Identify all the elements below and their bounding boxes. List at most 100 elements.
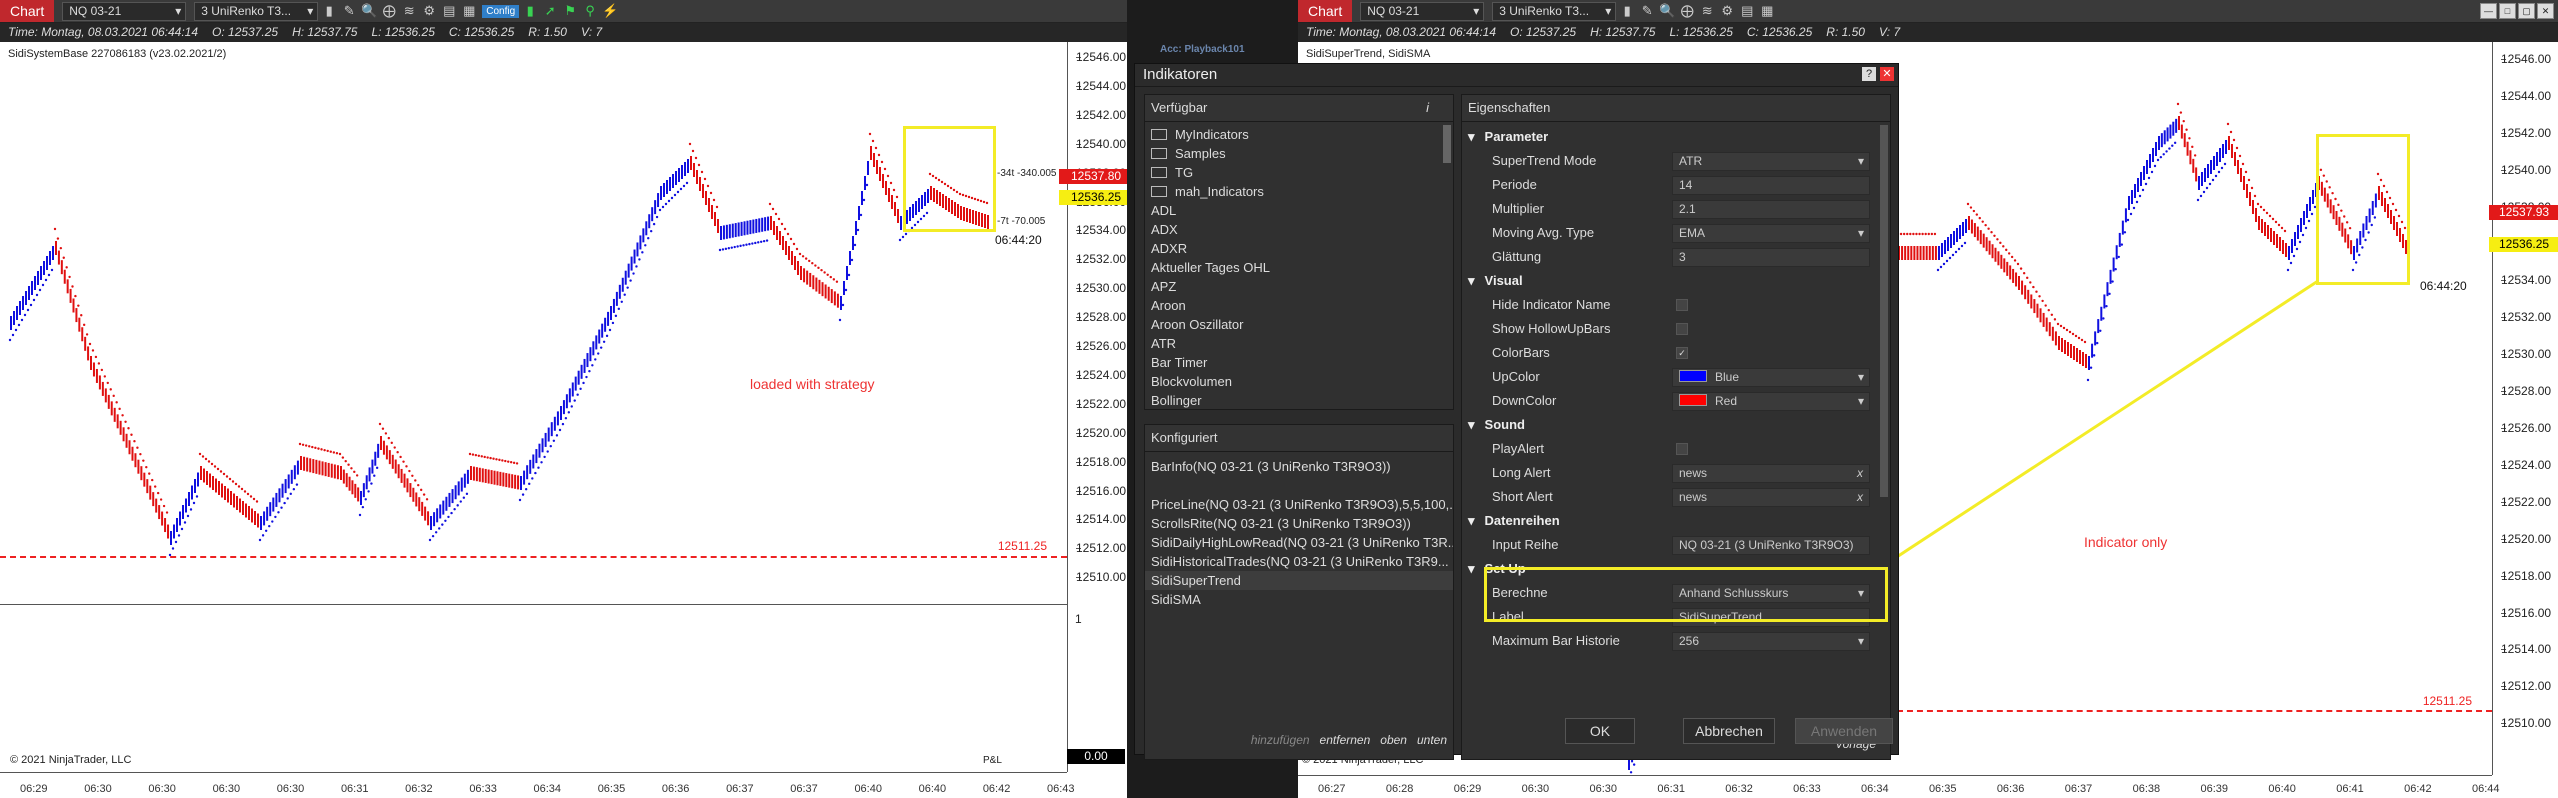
property-checkbox[interactable] bbox=[1676, 299, 1688, 311]
properties-icon[interactable]: ▤ bbox=[440, 2, 458, 20]
indicators-icon[interactable]: ≋ bbox=[400, 2, 418, 20]
add-button[interactable]: hinzufügen bbox=[1251, 733, 1310, 747]
indicators-icon[interactable]: ≋ bbox=[1698, 2, 1716, 20]
trend-dot bbox=[832, 278, 836, 281]
left-instrument-select[interactable]: NQ 03-21 bbox=[62, 1, 187, 21]
templates-icon[interactable]: ▦ bbox=[460, 2, 478, 20]
available-item[interactable]: Aroon Oszillator bbox=[1145, 315, 1439, 334]
property-input[interactable]: news x bbox=[1672, 464, 1870, 483]
configured-item[interactable] bbox=[1145, 476, 1453, 495]
strategies-icon[interactable]: ⚙ bbox=[420, 2, 438, 20]
available-item[interactable]: Samples bbox=[1145, 144, 1439, 163]
config-button[interactable]: Config bbox=[482, 4, 520, 18]
trend-icon[interactable]: ➚ bbox=[541, 2, 559, 20]
clear-icon[interactable]: x bbox=[1857, 489, 1863, 506]
property-category[interactable]: Datenreihen bbox=[1462, 509, 1876, 533]
renko-bar bbox=[2300, 218, 2302, 232]
available-item[interactable]: mah_Indicators bbox=[1145, 182, 1439, 201]
available-item[interactable]: TG bbox=[1145, 163, 1439, 182]
right-chart-tab[interactable]: Chart bbox=[1298, 0, 1353, 22]
available-scrollbar[interactable] bbox=[1443, 125, 1451, 163]
bar-style-icon[interactable]: ▮ bbox=[320, 2, 338, 20]
property-checkbox[interactable]: ✓ bbox=[1676, 347, 1688, 359]
available-item[interactable]: ADX bbox=[1145, 220, 1439, 239]
zoom-icon[interactable]: 🔍 bbox=[1658, 2, 1676, 20]
axis-tick-label: 12526.00 bbox=[2501, 421, 2552, 435]
move-up-button[interactable]: oben bbox=[1380, 733, 1407, 747]
strategies-icon[interactable]: ⚙ bbox=[1718, 2, 1736, 20]
configured-item[interactable]: SidiDailyHighLowRead(NQ 03-21 (3 UniRenk… bbox=[1145, 533, 1453, 552]
move-down-button[interactable]: unten bbox=[1417, 733, 1447, 747]
cancel-button[interactable]: Abbrechen bbox=[1683, 718, 1775, 744]
right-instrument-select[interactable]: NQ 03-21 bbox=[1360, 1, 1485, 21]
configured-item[interactable]: SidiSMA bbox=[1145, 590, 1453, 609]
draw-tool-icon[interactable]: ✎ bbox=[340, 2, 358, 20]
properties-scrollbar[interactable] bbox=[1880, 125, 1888, 497]
property-dropdown[interactable]: EMA bbox=[1672, 224, 1870, 243]
configured-item[interactable]: SidiSuperTrend bbox=[1145, 571, 1453, 590]
configured-item[interactable]: ScrollsRite(NQ 03-21 (3 UniRenko T3R9O3)… bbox=[1145, 514, 1453, 533]
restore-icon[interactable]: □ bbox=[2499, 3, 2516, 19]
property-input[interactable]: 2.1 bbox=[1672, 200, 1870, 219]
close-icon[interactable]: ✕ bbox=[2537, 3, 2554, 19]
info-icon[interactable]: i bbox=[1426, 100, 1429, 115]
pin-icon[interactable]: ⚲ bbox=[581, 2, 599, 20]
left-chart-tab[interactable]: Chart bbox=[0, 0, 55, 22]
zoom-icon[interactable]: 🔍 bbox=[360, 2, 378, 20]
property-input[interactable]: NQ 03-21 (3 UniRenko T3R9O3) bbox=[1672, 536, 1870, 555]
ok-button[interactable]: OK bbox=[1565, 718, 1635, 744]
configured-item[interactable]: BarInfo(NQ 03-21 (3 UniRenko T3R9O3)) bbox=[1145, 457, 1453, 476]
available-item[interactable]: Bar Timer bbox=[1145, 353, 1439, 372]
property-input[interactable]: 14 bbox=[1672, 176, 1870, 195]
available-item[interactable]: ATR bbox=[1145, 334, 1439, 353]
crosshair-icon[interactable]: ⨁ bbox=[380, 2, 398, 20]
property-dropdown[interactable]: 256 bbox=[1672, 632, 1870, 651]
available-item[interactable]: APZ bbox=[1145, 277, 1439, 296]
available-item[interactable]: MyIndicators bbox=[1145, 125, 1439, 144]
clear-icon[interactable]: x bbox=[1857, 465, 1863, 482]
help-icon[interactable]: ? bbox=[1862, 67, 1876, 81]
apply-button[interactable]: Anwenden bbox=[1795, 718, 1893, 744]
available-item[interactable]: Aktueller Tages OHL bbox=[1145, 258, 1439, 277]
property-input[interactable]: news x bbox=[1672, 488, 1870, 507]
crosshair-icon[interactable]: ⨁ bbox=[1678, 2, 1696, 20]
chart-trader-icon[interactable]: ▮ bbox=[521, 2, 539, 20]
renko-bar bbox=[155, 498, 158, 513]
right-bars-select[interactable]: 3 UniRenko T3... bbox=[1492, 1, 1617, 21]
templates-icon[interactable]: ▦ bbox=[1758, 2, 1776, 20]
property-category[interactable]: Visual bbox=[1462, 269, 1876, 293]
properties-icon[interactable]: ▤ bbox=[1738, 2, 1756, 20]
property-name: PlayAlert bbox=[1492, 441, 1545, 456]
remove-button[interactable]: entfernen bbox=[1320, 733, 1371, 747]
property-category[interactable]: Parameter bbox=[1462, 125, 1876, 149]
property-dropdown[interactable]: ATR bbox=[1672, 152, 1870, 171]
left-bars-select[interactable]: 3 UniRenko T3... bbox=[194, 1, 319, 21]
configured-item[interactable]: SidiHistoricalTrades(NQ 03-21 (3 UniRenk… bbox=[1145, 552, 1453, 571]
left-price-panel[interactable]: SidiSystemBase 227086183 (v23.02.2021/2)… bbox=[0, 42, 1067, 605]
trend-dot bbox=[207, 460, 211, 463]
renko-bar bbox=[55, 241, 57, 255]
trend-dot bbox=[50, 268, 54, 272]
available-item[interactable]: Bollinger bbox=[1145, 391, 1439, 409]
available-item[interactable]: ADXR bbox=[1145, 239, 1439, 258]
dialog-close-icon[interactable]: ✕ bbox=[1880, 67, 1894, 81]
bar-style-icon[interactable]: ▮ bbox=[1618, 2, 1636, 20]
property-category[interactable]: Sound bbox=[1462, 413, 1876, 437]
lightning-icon[interactable]: ⚡ bbox=[601, 2, 619, 20]
configured-item[interactable]: PriceLine(NQ 03-21 (3 UniRenko T3R9O3),5… bbox=[1145, 495, 1453, 514]
property-checkbox[interactable] bbox=[1676, 443, 1688, 455]
available-item[interactable]: Aroon bbox=[1145, 296, 1439, 315]
available-item[interactable]: Blockvolumen bbox=[1145, 372, 1439, 391]
property-checkbox[interactable] bbox=[1676, 323, 1688, 335]
flag-icon[interactable]: ⚑ bbox=[561, 2, 579, 20]
available-item[interactable]: ADL bbox=[1145, 201, 1439, 220]
property-dropdown[interactable]: Blue bbox=[1672, 368, 1870, 387]
property-dropdown[interactable]: Red bbox=[1672, 392, 1870, 411]
maximize-icon[interactable]: ▢ bbox=[2518, 3, 2535, 19]
renko-bar bbox=[586, 353, 589, 368]
axis-tick-label: 12540.00 bbox=[1076, 136, 1127, 151]
minimize-icon[interactable]: — bbox=[2480, 3, 2497, 19]
draw-tool-icon[interactable]: ✎ bbox=[1638, 2, 1656, 20]
property-input[interactable]: 3 bbox=[1672, 248, 1870, 267]
trend-dot bbox=[2062, 326, 2066, 330]
